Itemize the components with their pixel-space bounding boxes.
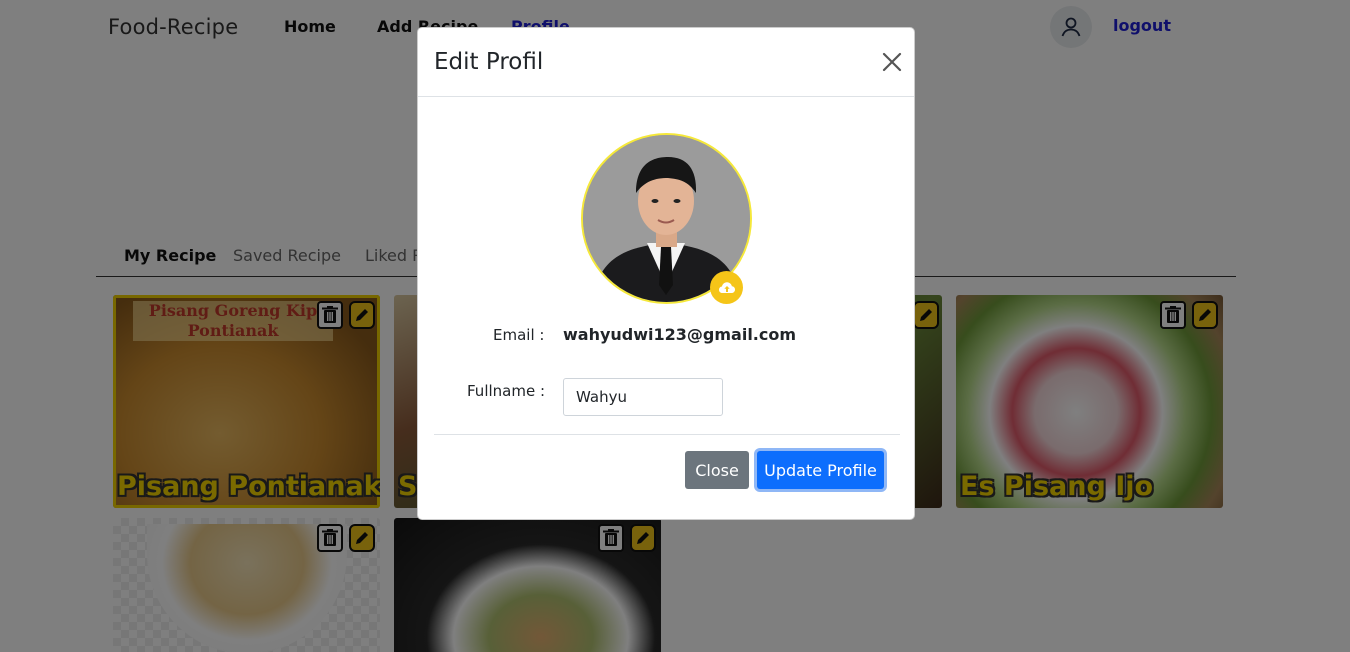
update-profile-button[interactable]: Update Profile <box>757 451 884 489</box>
edit-profile-modal: Edit Profil Email : wahyudwi123@gmail.co… <box>417 27 915 520</box>
close-button[interactable]: Close <box>685 451 749 489</box>
email-label: Email : <box>493 326 545 344</box>
cloud-upload-icon <box>718 281 735 293</box>
upload-photo-button[interactable] <box>710 271 743 304</box>
email-value: wahyudwi123@gmail.com <box>563 325 797 344</box>
fullname-label: Fullname : <box>467 382 546 400</box>
modal-footer-divider <box>434 434 900 435</box>
close-modal-button[interactable] <box>880 50 904 74</box>
modal-title: Edit Profil <box>434 49 544 75</box>
fullname-input[interactable] <box>563 378 723 416</box>
close-icon <box>882 52 902 72</box>
modal-header: Edit Profil <box>418 28 914 97</box>
